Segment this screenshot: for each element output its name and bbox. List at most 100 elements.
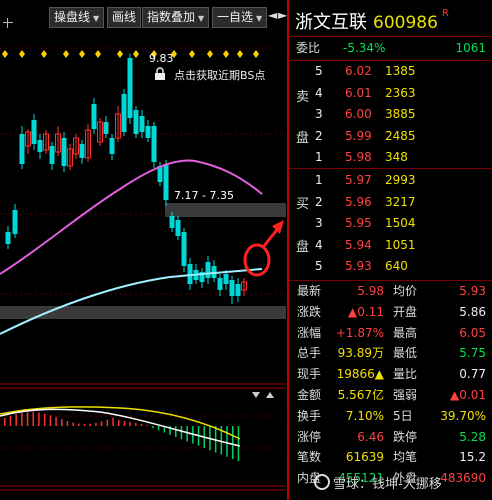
stat-label: 开盘 <box>393 304 418 319</box>
stat-value: 5.93 <box>459 284 486 298</box>
candle-body <box>181 232 187 266</box>
macd-bar <box>135 423 137 426</box>
draw-line-button[interactable]: 画线 <box>107 7 142 28</box>
panel-down-icon[interactable] <box>252 392 260 398</box>
sell-level-row[interactable]: 4 6.01 2363 <box>289 83 492 103</box>
watchlist-label: 一自选 <box>217 10 254 24</box>
stat-value: +1.87% <box>335 325 384 340</box>
buy-level-row[interactable]: 1 5.97 2993 <box>289 170 492 190</box>
stat-row: 涨停 6.46 跌停 5.28 <box>289 427 492 447</box>
stat-label: 5日 <box>393 408 413 423</box>
candle-body <box>61 138 67 166</box>
level-number: 1 <box>315 150 323 164</box>
gap-range-label: 7.17 - 7.35 <box>174 189 234 202</box>
indicator-line-dropdown[interactable]: 操盘线 ▼ <box>49 7 105 28</box>
level-number: 5 <box>315 259 323 273</box>
stat-value: 19866▲ <box>336 367 384 382</box>
macd-bar <box>112 417 114 426</box>
sell-level-row[interactable]: 2 5.99 2485 <box>289 126 492 146</box>
panel-up-icon[interactable] <box>266 392 274 398</box>
level-number: 5 <box>315 64 323 78</box>
candle-body <box>217 278 223 290</box>
stat-value: 5.98 <box>357 284 384 298</box>
stat-value: ▲0.11 <box>348 304 384 319</box>
scroll-right-icon[interactable]: ► <box>278 8 287 22</box>
crosshair-icon[interactable] <box>3 18 13 28</box>
stock-code: 600986 <box>373 13 438 33</box>
stat-row: 总手 93.89万 最低 5.75 <box>289 343 492 363</box>
stat-label: 现手 <box>297 367 322 382</box>
macd-bar <box>237 426 240 462</box>
buy-level-row[interactable]: 5 5.93 640 <box>289 256 492 276</box>
candle-body <box>229 280 235 296</box>
chevron-down-icon: ▼ <box>198 14 205 23</box>
index-overlay-label: 指数叠加 <box>147 10 196 24</box>
level-price: 6.01 <box>345 85 372 100</box>
level-volume: 2993 <box>385 173 416 187</box>
signal-diamond <box>207 50 213 58</box>
signal-diamond <box>253 50 259 58</box>
candle-body <box>37 140 43 152</box>
stat-label: 金额 <box>297 388 322 402</box>
macd-bar <box>72 422 74 426</box>
macd-bar <box>21 412 23 426</box>
macd-bar <box>118 420 120 426</box>
candle-body <box>169 216 175 228</box>
stat-label: 强弱 <box>393 388 418 402</box>
level-number: 2 <box>315 194 323 209</box>
buy-level-row[interactable]: 4 5.94 1051 <box>289 235 492 255</box>
stat-label: 均价 <box>393 284 418 298</box>
stat-label: 总手 <box>297 346 322 361</box>
stat-label: 跌停 <box>393 429 418 444</box>
stat-row: 金额 5.567亿 强弱 ▲0.01 <box>289 385 492 405</box>
level-volume: 1385 <box>385 64 416 78</box>
gap-band-upper <box>165 203 286 217</box>
stat-value: 5.28 <box>459 429 486 444</box>
watchlist-dropdown[interactable]: 一自选 ▼ <box>212 7 268 28</box>
stock-header: 浙文互联 600986 R <box>295 8 449 34</box>
sell-level-row[interactable]: 1 5.98 348 <box>289 147 492 167</box>
stat-value: 5.567亿 <box>337 388 384 402</box>
level-volume: 1051 <box>385 237 416 252</box>
stat-value: ▲0.01 <box>450 388 486 402</box>
level-price: 5.97 <box>345 173 372 187</box>
xueqiu-logo-icon <box>314 474 330 490</box>
divider <box>289 168 492 169</box>
sell-level-row[interactable]: 3 6.00 3885 <box>289 104 492 124</box>
candle-body <box>139 116 145 132</box>
candle-body <box>49 146 55 164</box>
bs-point-hint[interactable]: 点击获取近期BS点 <box>174 67 265 83</box>
stock-name: 浙文互联 <box>295 12 367 33</box>
stat-value: 6.05 <box>459 325 486 340</box>
stat-value: 0.77 <box>459 367 486 382</box>
stat-row: 笔数 61639 均笔 15.2 <box>289 447 492 467</box>
stat-value: 61639 <box>345 450 384 465</box>
buy-level-row[interactable]: 3 5.95 1504 <box>289 213 492 233</box>
kline-svg <box>0 47 286 491</box>
macd-bar <box>175 426 177 437</box>
subpanel-controls <box>252 392 274 398</box>
level-price: 5.99 <box>345 128 372 143</box>
macd-bar <box>129 422 131 426</box>
stat-label: 笔数 <box>297 450 322 465</box>
candle-body <box>79 144 85 158</box>
buy-level-row[interactable]: 2 5.96 3217 <box>289 192 492 212</box>
scroll-left-icon[interactable]: ◄ <box>268 8 277 22</box>
signal-diamond <box>95 50 101 58</box>
candles <box>5 54 247 304</box>
kline-chart[interactable]: 9.83 点击获取近期BS点 7.17 - 7.35 <box>0 34 286 500</box>
stat-label: 最高 <box>393 325 418 340</box>
macd-bar <box>123 421 126 426</box>
level-volume: 348 <box>385 150 408 164</box>
candle-body <box>31 120 37 144</box>
level-price: 6.00 <box>345 107 372 121</box>
weibi-label: 委比 <box>296 41 321 55</box>
stat-value: 5.86 <box>459 304 486 319</box>
stat-row: 涨幅 +1.87% 最高 6.05 <box>289 323 492 343</box>
level-price: 5.96 <box>345 194 372 209</box>
candle-body <box>223 274 229 284</box>
stat-row: 涨跌 ▲0.11 开盘 5.86 <box>289 302 492 322</box>
sell-level-row[interactable]: 5 6.02 1385 <box>289 61 492 81</box>
index-overlay-dropdown[interactable]: 指数叠加 ▼ <box>142 7 210 28</box>
weibi-diff: 1061 <box>455 41 486 55</box>
